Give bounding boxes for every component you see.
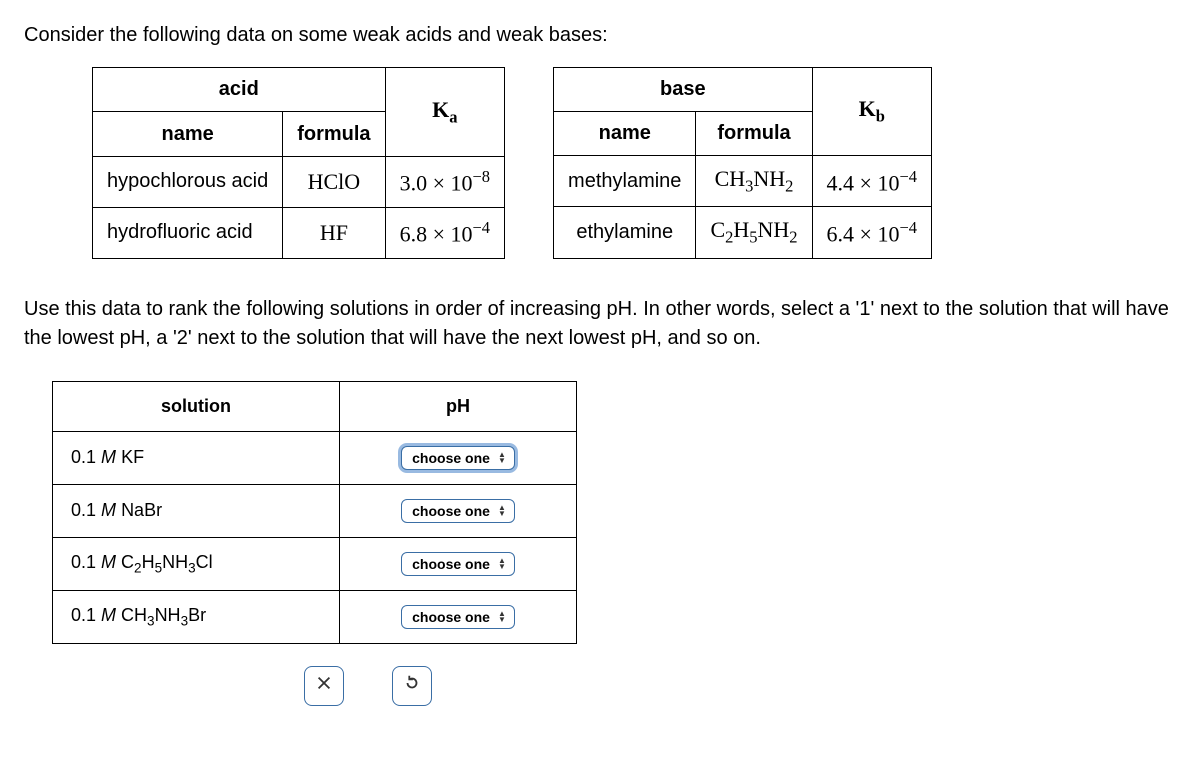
base-formula: CH3NH2 bbox=[696, 156, 812, 207]
solution-header: solution bbox=[53, 381, 340, 431]
base-name-header: name bbox=[554, 112, 696, 156]
rank-row: 0.1 M CH3NH3Br choose one ▲▼ bbox=[53, 590, 577, 643]
clear-button[interactable] bbox=[304, 666, 344, 706]
base-name: ethylamine bbox=[554, 207, 696, 258]
ph-header: pH bbox=[340, 381, 577, 431]
base-formula-header: formula bbox=[696, 112, 812, 156]
base-formula: C2H5NH2 bbox=[696, 207, 812, 258]
solution-cell: 0.1 M KF bbox=[53, 431, 340, 484]
chooser-label: choose one bbox=[412, 556, 490, 572]
instructions-text: Use this data to rank the following solu… bbox=[24, 295, 1176, 353]
acid-name-header: name bbox=[93, 112, 283, 156]
solution-cell: 0.1 M C2H5NH3Cl bbox=[53, 537, 340, 590]
chooser-label: choose one bbox=[412, 609, 490, 625]
acid-k-header: Ka bbox=[385, 68, 504, 157]
rank-row: 0.1 M NaBr choose one ▲▼ bbox=[53, 484, 577, 537]
acid-row: hypochlorous acid HClO 3.0 × 10−8 bbox=[93, 156, 505, 207]
acid-name: hypochlorous acid bbox=[93, 156, 283, 207]
chooser-label: choose one bbox=[412, 503, 490, 519]
base-kb: 4.4 × 10−4 bbox=[812, 156, 931, 207]
intro-text: Consider the following data on some weak… bbox=[24, 24, 1176, 47]
base-group-header: base bbox=[554, 68, 813, 112]
acid-group-header: acid bbox=[93, 68, 386, 112]
chooser-label: choose one bbox=[412, 450, 490, 466]
solution-cell: 0.1 M NaBr bbox=[53, 484, 340, 537]
undo-icon bbox=[403, 674, 421, 698]
base-name: methylamine bbox=[554, 156, 696, 207]
button-bar bbox=[304, 666, 1176, 706]
ph-chooser[interactable]: choose one ▲▼ bbox=[401, 499, 515, 523]
base-table: base Kb name formula methylamine CH3NH2 … bbox=[553, 67, 932, 259]
acid-ka: 6.8 × 10−4 bbox=[385, 207, 504, 258]
rank-row: 0.1 M C2H5NH3Cl choose one ▲▼ bbox=[53, 537, 577, 590]
ph-chooser[interactable]: choose one ▲▼ bbox=[401, 446, 515, 470]
base-row: ethylamine C2H5NH2 6.4 × 10−4 bbox=[554, 207, 932, 258]
base-row: methylamine CH3NH2 4.4 × 10−4 bbox=[554, 156, 932, 207]
base-k-header: Kb bbox=[812, 68, 931, 156]
base-kb: 6.4 × 10−4 bbox=[812, 207, 931, 258]
ph-chooser[interactable]: choose one ▲▼ bbox=[401, 552, 515, 576]
acid-formula-header: formula bbox=[283, 112, 385, 156]
acid-name: hydrofluoric acid bbox=[93, 207, 283, 258]
solution-cell: 0.1 M CH3NH3Br bbox=[53, 590, 340, 643]
acid-formula: HClO bbox=[283, 156, 385, 207]
ranking-table: solution pH 0.1 M KF choose one ▲▼ 0.1 M… bbox=[52, 381, 577, 644]
acid-ka: 3.0 × 10−8 bbox=[385, 156, 504, 207]
chevron-updown-icon: ▲▼ bbox=[498, 505, 506, 517]
ph-chooser[interactable]: choose one ▲▼ bbox=[401, 605, 515, 629]
acid-table: acid Ka name formula hypochlorous acid H… bbox=[92, 67, 505, 259]
rank-row: 0.1 M KF choose one ▲▼ bbox=[53, 431, 577, 484]
close-icon bbox=[315, 674, 333, 698]
acid-formula: HF bbox=[283, 207, 385, 258]
chevron-updown-icon: ▲▼ bbox=[498, 611, 506, 623]
acid-row: hydrofluoric acid HF 6.8 × 10−4 bbox=[93, 207, 505, 258]
chevron-updown-icon: ▲▼ bbox=[498, 452, 506, 464]
data-tables-row: acid Ka name formula hypochlorous acid H… bbox=[92, 67, 1176, 259]
reset-button[interactable] bbox=[392, 666, 432, 706]
chevron-updown-icon: ▲▼ bbox=[498, 558, 506, 570]
